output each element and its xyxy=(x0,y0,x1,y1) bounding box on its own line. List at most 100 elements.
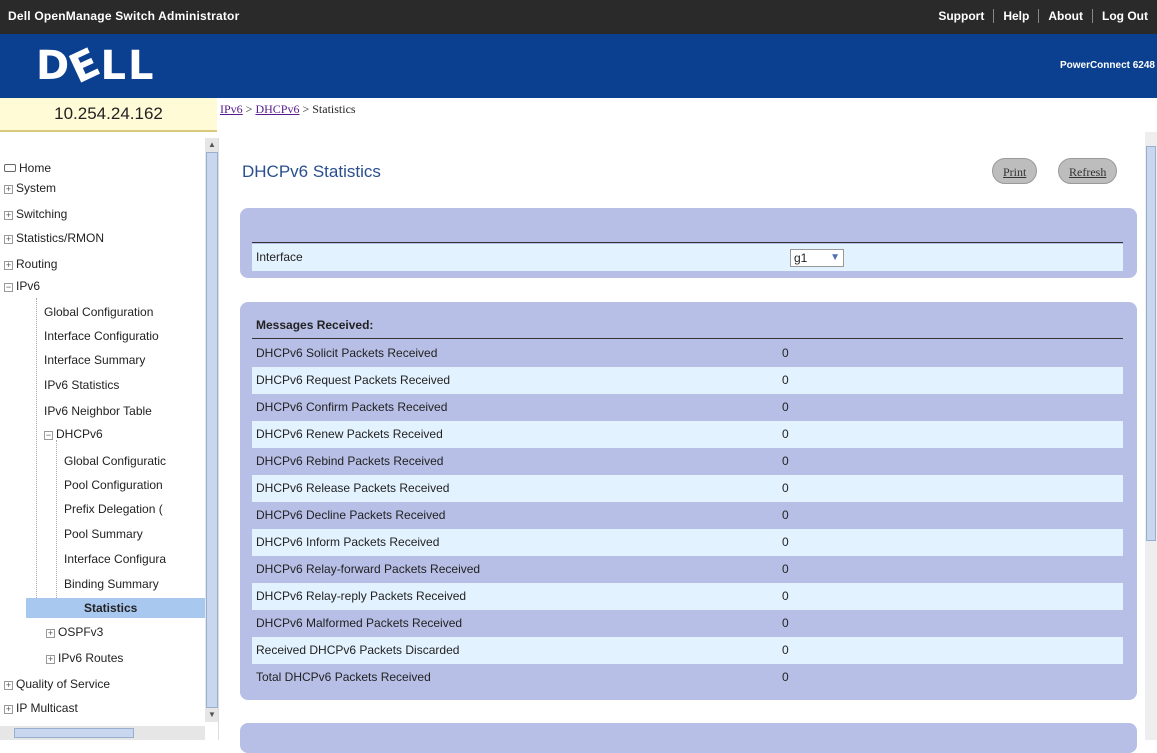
stat-label: DHCPv6 Confirm Packets Received xyxy=(256,400,448,414)
refresh-button[interactable]: Refresh xyxy=(1058,158,1118,184)
about-link[interactable]: About xyxy=(1038,9,1092,23)
next-panel xyxy=(240,723,1137,753)
expand-icon[interactable]: + xyxy=(4,681,13,690)
stat-row: Total DHCPv6 Packets Received 0 xyxy=(252,664,1123,691)
tree-ospfv3[interactable]: + OSPFv3 xyxy=(46,622,103,642)
tree-dhcpv6-interface-configuration[interactable]: Interface Configura xyxy=(64,549,166,569)
stat-label: Received DHCPv6 Packets Discarded xyxy=(256,643,460,657)
top-bar: Dell OpenManage Switch Administrator Sup… xyxy=(0,0,1157,34)
stat-row: DHCPv6 Decline Packets Received 0 xyxy=(252,502,1123,529)
tree-binding-summary[interactable]: Binding Summary xyxy=(64,574,159,594)
stat-value: 0 xyxy=(782,589,789,603)
stat-label: Total DHCPv6 Packets Received xyxy=(256,670,431,684)
ip-address: 10.254.24.162 xyxy=(0,98,217,132)
main-content: DHCPv6 Statistics Print Refresh Interfac… xyxy=(220,132,1143,753)
tree-ipv6-routes[interactable]: + IPv6 Routes xyxy=(46,648,123,668)
collapse-icon[interactable]: − xyxy=(4,283,13,292)
scroll-thumb[interactable] xyxy=(1146,146,1156,541)
expand-icon[interactable]: + xyxy=(46,629,55,638)
stat-value: 0 xyxy=(782,373,789,387)
help-link[interactable]: Help xyxy=(993,9,1038,23)
top-links: Support Help About Log Out xyxy=(929,9,1157,23)
scroll-thumb[interactable] xyxy=(14,728,134,738)
breadcrumb-dhcpv6-link[interactable]: DHCPv6 xyxy=(255,102,299,116)
tree-routing[interactable]: + Routing xyxy=(4,254,57,274)
expand-icon[interactable]: + xyxy=(4,185,13,194)
stat-value: 0 xyxy=(782,481,789,495)
messages-panel: Messages Received: DHCPv6 Solicit Packet… xyxy=(240,302,1137,700)
tree-ipv6-neighbor-table[interactable]: IPv6 Neighbor Table xyxy=(44,401,152,421)
scroll-down-icon[interactable]: ▼ xyxy=(205,708,218,722)
stat-row: DHCPv6 Malformed Packets Received 0 xyxy=(252,610,1123,637)
tree-prefix-delegation[interactable]: Prefix Delegation ( xyxy=(64,499,163,519)
tree-ipv6[interactable]: − IPv6 xyxy=(4,276,40,296)
breadcrumb-ipv6-link[interactable]: IPv6 xyxy=(220,102,243,116)
stat-value: 0 xyxy=(782,508,789,522)
product-name: PowerConnect 6248 xyxy=(1059,60,1155,71)
navigation-tree: Home + System + Switching + Statistics/RMON… xyxy=(0,138,219,740)
stat-label: DHCPv6 Rebind Packets Received xyxy=(256,454,444,468)
tree-quality-of-service[interactable]: + Quality of Service xyxy=(4,674,110,694)
tree-pool-configuration[interactable]: Pool Configuration xyxy=(64,475,163,495)
stat-row: DHCPv6 Solicit Packets Received 0 xyxy=(252,340,1123,367)
tree-vertical-scrollbar[interactable]: ▲ ▼ xyxy=(205,138,218,722)
tree-line xyxy=(56,440,57,610)
stat-row: DHCPv6 Relay-reply Packets Received 0 xyxy=(252,583,1123,610)
print-button[interactable]: Print xyxy=(992,158,1038,184)
stat-label: DHCPv6 Solicit Packets Received xyxy=(256,346,438,360)
messages-header: Messages Received: xyxy=(256,318,374,332)
tree-line xyxy=(36,298,37,618)
stat-value: 0 xyxy=(782,454,789,468)
stat-row: DHCPv6 Relay-forward Packets Received 0 xyxy=(252,556,1123,583)
expand-icon[interactable]: + xyxy=(4,261,13,270)
stat-value: 0 xyxy=(782,562,789,576)
dell-logo: DELL xyxy=(36,38,156,94)
stat-label: DHCPv6 Inform Packets Received xyxy=(256,535,440,549)
home-icon xyxy=(4,164,16,172)
page-vertical-scrollbar[interactable] xyxy=(1145,132,1157,740)
interface-panel: Interface g1 ▼ xyxy=(240,208,1137,278)
expand-icon[interactable]: + xyxy=(4,705,13,714)
stat-label: DHCPv6 Relay-forward Packets Received xyxy=(256,562,481,576)
stat-label: DHCPv6 Malformed Packets Received xyxy=(256,616,463,630)
tree-statistics[interactable]: Statistics xyxy=(26,598,206,618)
logout-link[interactable]: Log Out xyxy=(1092,9,1157,23)
collapse-icon[interactable]: − xyxy=(44,431,53,440)
tree-statistics-rmon[interactable]: + Statistics/RMON xyxy=(4,228,104,248)
breadcrumb-separator: > xyxy=(242,102,256,116)
banner: DELL PowerConnect 6248 xyxy=(0,34,1157,98)
expand-icon[interactable]: + xyxy=(46,655,55,664)
support-link[interactable]: Support xyxy=(929,9,993,23)
expand-icon[interactable]: + xyxy=(4,235,13,244)
tree-ip-multicast[interactable]: + IP Multicast xyxy=(4,698,78,718)
stat-label: DHCPv6 Decline Packets Received xyxy=(256,508,446,522)
tree-dhcpv6[interactable]: − DHCPv6 xyxy=(44,424,103,444)
tree-ipv6-statistics[interactable]: IPv6 Statistics xyxy=(44,375,119,395)
stat-row: DHCPv6 Release Packets Received 0 xyxy=(252,475,1123,502)
stat-row: DHCPv6 Rebind Packets Received 0 xyxy=(252,448,1123,475)
stat-label: DHCPv6 Relay-reply Packets Received xyxy=(256,589,467,603)
tree-switching[interactable]: + Switching xyxy=(4,204,67,224)
scroll-thumb[interactable] xyxy=(206,152,218,708)
tree-dhcpv6-global-configuration[interactable]: Global Configuratic xyxy=(64,451,166,471)
app-title: Dell OpenManage Switch Administrator xyxy=(8,9,240,23)
stat-row: Received DHCPv6 Packets Discarded 0 xyxy=(252,637,1123,664)
chevron-down-icon: ▼ xyxy=(830,252,840,263)
tree-global-configuration[interactable]: Global Configuration xyxy=(44,302,153,322)
tree-pool-summary[interactable]: Pool Summary xyxy=(64,524,143,544)
divider xyxy=(252,338,1123,339)
expand-icon[interactable]: + xyxy=(4,211,13,220)
stat-value: 0 xyxy=(782,535,789,549)
stat-row: DHCPv6 Confirm Packets Received 0 xyxy=(252,394,1123,421)
tree-system[interactable]: + System xyxy=(4,178,56,198)
tree-horizontal-scrollbar[interactable] xyxy=(0,726,205,740)
tree-interface-configuration[interactable]: Interface Configuratio xyxy=(44,326,159,346)
stat-row: DHCPv6 Request Packets Received 0 xyxy=(252,367,1123,394)
breadcrumb-current: Statistics xyxy=(312,102,356,116)
interface-select[interactable]: g1 ▼ xyxy=(790,249,844,267)
scroll-up-icon[interactable]: ▲ xyxy=(205,138,218,152)
tree-home[interactable]: Home xyxy=(4,158,51,178)
divider xyxy=(252,242,1123,243)
tree-interface-summary[interactable]: Interface Summary xyxy=(44,350,145,370)
stat-value: 0 xyxy=(782,346,789,360)
